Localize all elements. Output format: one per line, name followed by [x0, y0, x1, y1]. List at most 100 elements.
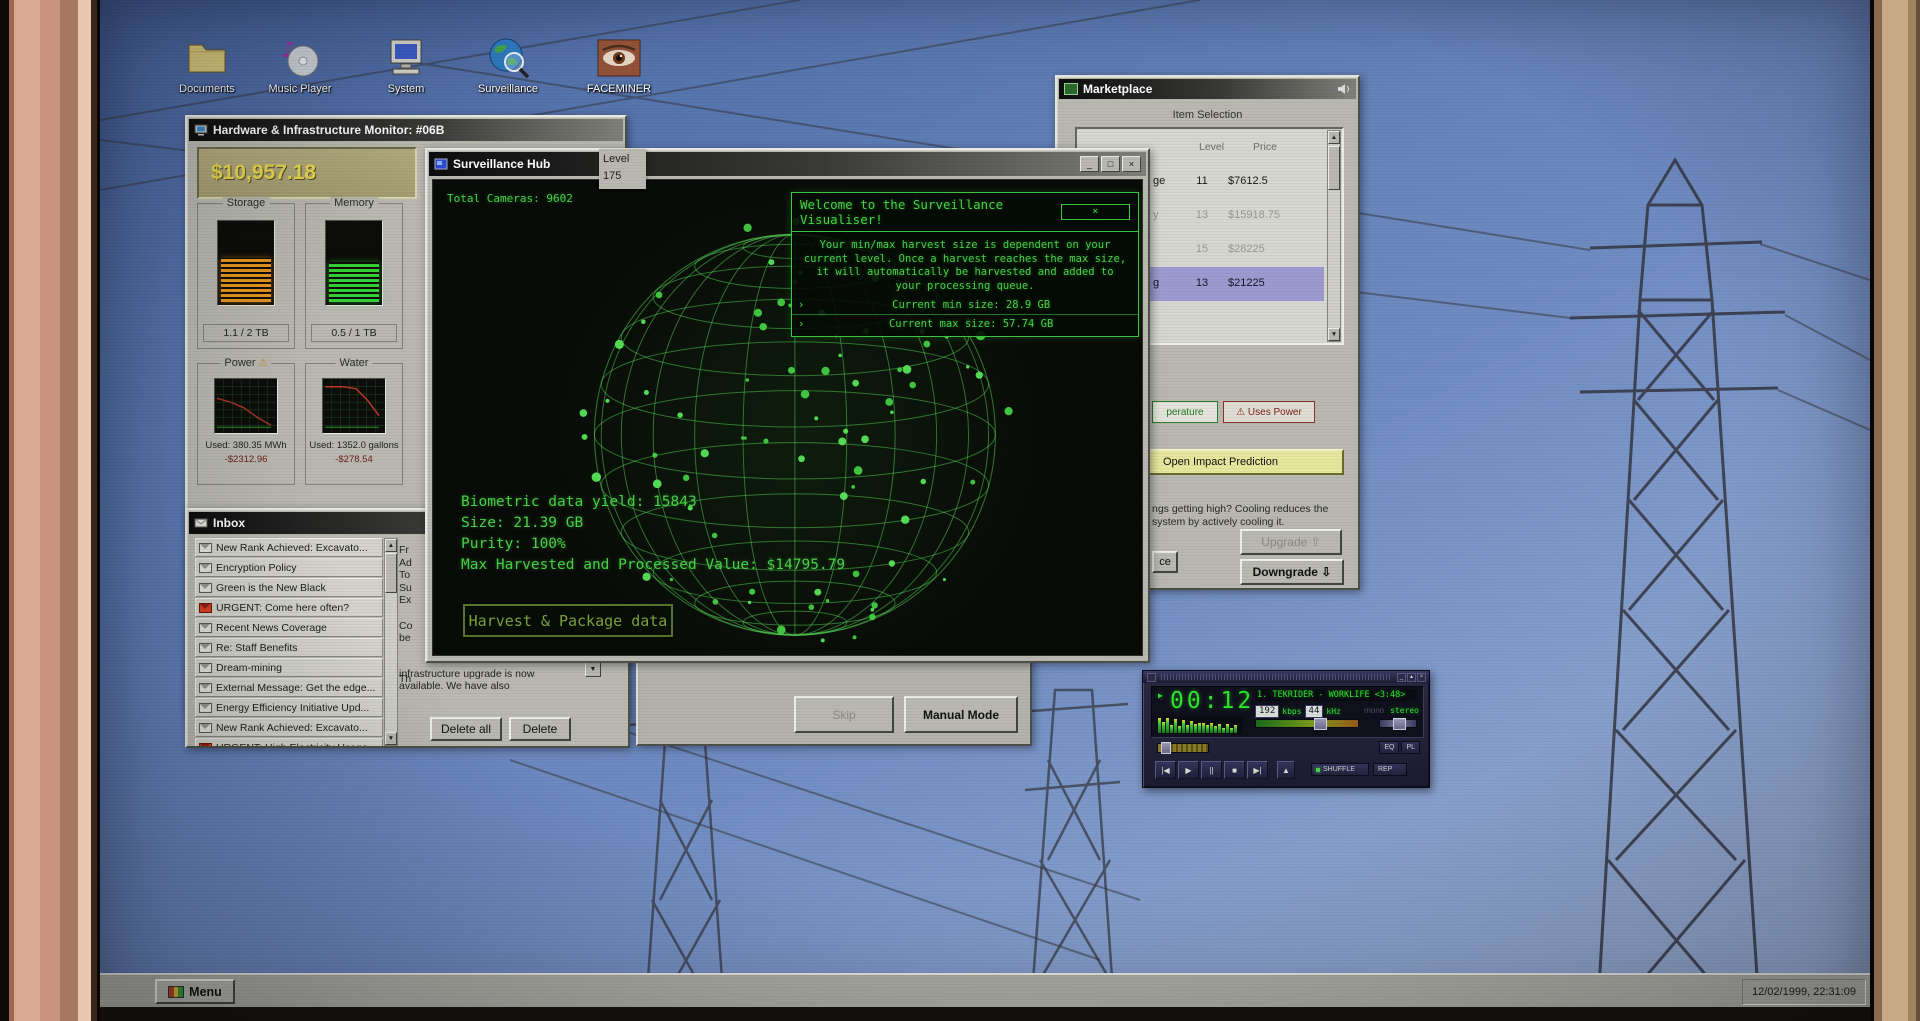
- player-close-icon[interactable]: ×: [1417, 672, 1426, 682]
- surveillance-titlebar[interactable]: Surveillance Hub _ □ ×: [429, 152, 1146, 176]
- player-stop-button[interactable]: ■: [1224, 761, 1245, 779]
- dialog-close-icon[interactable]: ×: [1060, 204, 1130, 220]
- desktop-icon-faceminer[interactable]: FACEMINER: [577, 36, 661, 95]
- scroll-up-icon[interactable]: ▲: [1328, 131, 1340, 144]
- desktop-icon-system[interactable]: System: [364, 36, 448, 95]
- water-graph: [322, 378, 386, 434]
- spectrum-bar: [1170, 725, 1173, 733]
- music-cd-icon: ♪: [281, 38, 319, 77]
- dialog-title: Welcome to the Surveillance Visualiser!: [800, 197, 1004, 227]
- delete-button[interactable]: Delete: [509, 717, 571, 741]
- surveillance-window-icon: [434, 158, 448, 170]
- mail-icon: [199, 662, 212, 673]
- close-button[interactable]: ×: [1122, 156, 1141, 172]
- scrollbar-thumb[interactable]: [1328, 146, 1340, 190]
- player-pause-button[interactable]: ||: [1201, 761, 1222, 779]
- shuffle-toggle[interactable]: SHUFFLE: [1311, 763, 1369, 776]
- menu-button[interactable]: Menu: [155, 979, 235, 1004]
- eq-toggle[interactable]: EQ: [1379, 741, 1400, 754]
- price-column-header: Price: [1253, 141, 1277, 153]
- icon-label: Documents: [179, 83, 235, 95]
- mail-row[interactable]: URGENT: Come here often?: [195, 598, 383, 617]
- memory-panel: Memory 0.5 / 1 TB: [305, 197, 403, 349]
- mail-row[interactable]: New Rank Achieved: Excavato...: [195, 718, 383, 737]
- memory-meter: [325, 220, 383, 306]
- item-description-line: system by actively cooling it.: [1152, 516, 1285, 528]
- marketplace-titlebar[interactable]: Marketplace: [1059, 79, 1356, 99]
- mail-row[interactable]: Dream-mining: [195, 658, 383, 677]
- balance-slider[interactable]: [1379, 718, 1417, 730]
- player-titlebar[interactable]: _ ▴ ×: [1143, 671, 1429, 683]
- window-title: Marketplace: [1083, 82, 1153, 96]
- urgent-mail-icon: [199, 742, 212, 746]
- mail-subject: URGENT: High Electricity Usage: [216, 742, 368, 747]
- skip-button[interactable]: Skip: [794, 696, 894, 733]
- biometric-yield-stat: Biometric data yield: 15843: [461, 494, 697, 510]
- bitrate-unit: kbps: [1282, 707, 1302, 716]
- mail-subject: Recent News Coverage: [216, 621, 327, 634]
- player-minimize-icon[interactable]: _: [1397, 672, 1406, 682]
- shuffle-lamp-icon: [1316, 767, 1320, 772]
- playlist-toggle[interactable]: PL: [1401, 741, 1420, 754]
- downgrade-button[interactable]: Downgrade ⇩: [1240, 559, 1344, 585]
- item-price: $15918.75: [1228, 209, 1280, 221]
- volume-thumb[interactable]: [1314, 718, 1327, 730]
- speaker-icon[interactable]: [1337, 83, 1351, 95]
- desktop-icon-surveillance[interactable]: Surveillance: [466, 36, 550, 95]
- icon-label: Music Player: [268, 83, 332, 95]
- mail-row[interactable]: Energy Efficiency Initiative Upd...: [195, 698, 383, 717]
- repeat-toggle[interactable]: REP: [1373, 763, 1407, 776]
- volume-slider[interactable]: [1255, 718, 1359, 730]
- desktop-icon-documents[interactable]: Documents: [165, 36, 249, 95]
- seek-thumb[interactable]: [1161, 742, 1171, 754]
- mail-subject: Energy Efficiency Initiative Upd...: [216, 701, 370, 714]
- water-label: Water: [335, 357, 373, 369]
- mail-row[interactable]: Encryption Policy: [195, 558, 383, 577]
- spectrum-bar: [1230, 728, 1233, 733]
- desktop-icon-music-player[interactable]: ♪ Music Player: [258, 36, 342, 95]
- mail-row[interactable]: Recent News Coverage: [195, 618, 383, 637]
- player-next-button[interactable]: ▶|: [1247, 761, 1268, 779]
- marketplace-scrollbar[interactable]: ▲ ▼: [1327, 130, 1341, 342]
- player-menu-icon[interactable]: [1147, 672, 1156, 682]
- maximize-button[interactable]: □: [1101, 156, 1120, 172]
- temperature-badge: perature: [1152, 401, 1218, 423]
- player-eject-button[interactable]: ▲: [1277, 761, 1295, 779]
- spectrum-bar: [1178, 726, 1181, 733]
- mail-row[interactable]: New Rank Achieved: Excavato...: [195, 538, 383, 557]
- min-size-value: Current min size: 28.9 GB: [892, 299, 1051, 311]
- player-shade-icon[interactable]: ▴: [1407, 672, 1416, 682]
- manual-mode-button[interactable]: Manual Mode: [904, 696, 1018, 733]
- warning-icon: ⚠: [258, 358, 268, 369]
- mail-row[interactable]: External Message: Get the edge...: [195, 678, 383, 697]
- upgrade-button[interactable]: Upgrade ⇧: [1240, 529, 1342, 555]
- scroll-down-icon[interactable]: ▼: [1328, 328, 1340, 341]
- storage-meter: [217, 220, 275, 306]
- mail-row[interactable]: Re: Staff Benefits: [195, 638, 383, 657]
- scroll-up-icon[interactable]: ▲: [385, 539, 397, 552]
- mail-row[interactable]: URGENT: High Electricity Usage: [195, 738, 383, 746]
- player-prev-button[interactable]: |◀: [1155, 761, 1176, 779]
- mail-list: New Rank Achieved: Excavato... Encryption…: [195, 538, 383, 746]
- scroll-down-icon[interactable]: ▼: [385, 732, 397, 745]
- delete-all-button[interactable]: Delete all: [430, 717, 502, 741]
- mail-row[interactable]: Green is the New Black: [195, 578, 383, 597]
- samplerate-unit: kHz: [1326, 707, 1341, 716]
- inbox-scrollbar[interactable]: ▲ ▼: [384, 538, 398, 746]
- seek-bar[interactable]: [1157, 742, 1209, 754]
- mail-icon: [199, 702, 212, 713]
- power-cost: -$2312.96: [224, 454, 268, 465]
- scrollbar-thumb[interactable]: [385, 553, 397, 593]
- inbox-window-icon: [194, 518, 208, 528]
- balance-thumb[interactable]: [1393, 718, 1406, 730]
- partial-button[interactable]: ce: [1152, 551, 1178, 573]
- track-title-marquee[interactable]: 1. TEKRIDER - WORKLIFE <3:48>: [1255, 689, 1417, 701]
- combo-arrow-icon[interactable]: ▼: [585, 662, 601, 677]
- item-name: y: [1153, 209, 1159, 221]
- player-play-button[interactable]: ▶: [1178, 761, 1199, 779]
- hardware-titlebar[interactable]: Hardware & Infrastructure Monitor: #06B: [189, 119, 623, 141]
- harvest-package-button[interactable]: Harvest & Package data: [463, 604, 673, 637]
- minimize-button[interactable]: _: [1080, 156, 1099, 172]
- memory-label: Memory: [330, 197, 378, 209]
- storage-label: Storage: [222, 197, 270, 209]
